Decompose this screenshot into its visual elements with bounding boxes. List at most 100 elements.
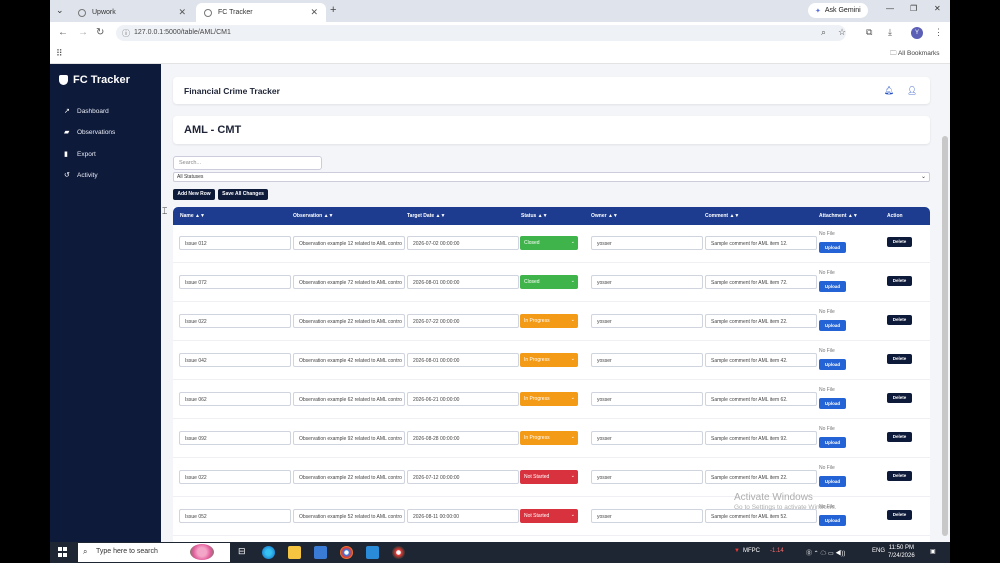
name-input[interactable]: Issue 022	[179, 470, 291, 484]
close-tab-icon[interactable]: ✕	[310, 7, 318, 18]
user-icon[interactable]: 👤︎	[907, 86, 917, 95]
delete-button[interactable]: Delete	[887, 354, 912, 364]
add-row-button[interactable]: Add New Row	[173, 189, 215, 200]
upload-button[interactable]: Upload	[819, 437, 846, 448]
status-select[interactable]: In Progress ⌄	[520, 353, 578, 367]
back-icon[interactable]: ←	[58, 27, 68, 38]
task-view-icon[interactable]: ⊟	[238, 546, 251, 559]
observation-input[interactable]: Observation example 52 related to AML co…	[293, 509, 405, 523]
target-date-input[interactable]: 2026-07-12 00:00:00	[407, 470, 519, 484]
status-select[interactable]: Not Started ⌄	[520, 509, 578, 523]
column-header-attachment[interactable]: Attachment ▲▼	[819, 213, 858, 219]
delete-button[interactable]: Delete	[887, 510, 912, 520]
upload-button[interactable]: Upload	[819, 359, 846, 370]
comment-input[interactable]: Sample comment for AML item 22.	[705, 314, 817, 328]
recorder-icon[interactable]	[392, 546, 405, 559]
zoom-icon[interactable]: ⌕	[821, 27, 826, 38]
address-bar[interactable]: ⓘ 127.0.0.1:5000/table/AML/CM1	[116, 25, 846, 41]
flower-widget-icon[interactable]	[190, 544, 214, 560]
status-select[interactable]: Not Started ⌄	[520, 470, 578, 484]
comment-input[interactable]: Sample comment for AML item 52.	[705, 509, 817, 523]
observation-input[interactable]: Observation example 22 related to AML co…	[293, 314, 405, 328]
minimize-icon[interactable]: —	[886, 4, 894, 13]
observation-input[interactable]: Observation example 12 related to AML co…	[293, 236, 405, 250]
comment-input[interactable]: Sample comment for AML item 72.	[705, 275, 817, 289]
vscode-icon[interactable]	[366, 546, 379, 559]
owner-input[interactable]: yosser	[591, 275, 703, 289]
sidebar-item-dashboard[interactable]: ↗ Dashboard	[64, 107, 109, 116]
upload-button[interactable]: Upload	[819, 515, 846, 526]
delete-button[interactable]: Delete	[887, 471, 912, 481]
target-date-input[interactable]: 2026-08-11 00:00:00	[407, 509, 519, 523]
column-header-owner[interactable]: Owner ▲▼	[591, 213, 618, 219]
comment-input[interactable]: Sample comment for AML item 42.	[705, 353, 817, 367]
owner-input[interactable]: yosser	[591, 314, 703, 328]
forward-icon[interactable]: →	[78, 27, 88, 38]
page-scrollbar[interactable]	[942, 136, 948, 536]
upload-button[interactable]: Upload	[819, 242, 846, 253]
target-date-input[interactable]: 2026-08-28 00:00:00	[407, 431, 519, 445]
name-input[interactable]: Issue 052	[179, 509, 291, 523]
observation-input[interactable]: Observation example 42 related to AML co…	[293, 353, 405, 367]
notifications-icon[interactable]: ▣	[930, 548, 936, 555]
observation-input[interactable]: Observation example 62 related to AML co…	[293, 392, 405, 406]
bookmark-star-icon[interactable]: ☆	[838, 27, 846, 38]
restore-icon[interactable]: ❐	[910, 4, 917, 13]
delete-button[interactable]: Delete	[887, 237, 912, 247]
status-select[interactable]: Closed ⌄	[520, 275, 578, 289]
name-input[interactable]: Issue 042	[179, 353, 291, 367]
all-bookmarks[interactable]: 🗀 All Bookmarks	[890, 49, 940, 60]
new-tab-icon[interactable]: +	[330, 4, 336, 16]
status-select[interactable]: Closed ⌄	[520, 236, 578, 250]
comment-input[interactable]: Sample comment for AML item 22.	[705, 470, 817, 484]
column-header-observation[interactable]: Observation ▲▼	[293, 213, 333, 219]
comment-input[interactable]: Sample comment for AML item 12.	[705, 236, 817, 250]
ask-gemini-button[interactable]: ✦ Ask Gemini	[808, 3, 868, 18]
close-tab-icon[interactable]: ✕	[178, 7, 186, 18]
observation-input[interactable]: Observation example 22 related to AML co…	[293, 470, 405, 484]
owner-input[interactable]: yosser	[591, 353, 703, 367]
tab-search-icon[interactable]: ⌄	[56, 5, 64, 16]
delete-button[interactable]: Delete	[887, 276, 912, 286]
owner-input[interactable]: yosser	[591, 392, 703, 406]
delete-button[interactable]: Delete	[887, 432, 912, 442]
windows-start-icon[interactable]	[58, 547, 68, 557]
tab-fc-tracker[interactable]: FC Tracker ✕	[196, 3, 326, 22]
upload-button[interactable]: Upload	[819, 476, 846, 487]
apps-grid-icon[interactable]: ⠿	[56, 48, 63, 59]
name-input[interactable]: Issue 022	[179, 314, 291, 328]
chrome-icon[interactable]	[340, 546, 353, 559]
upload-button[interactable]: Upload	[819, 320, 846, 331]
column-header-status[interactable]: Status ▲▼	[521, 213, 548, 219]
status-select[interactable]: In Progress ⌄	[520, 314, 578, 328]
status-select[interactable]: In Progress ⌄	[520, 392, 578, 406]
file-explorer-icon[interactable]	[288, 546, 301, 559]
owner-input[interactable]: yosser	[591, 236, 703, 250]
target-date-input[interactable]: 2026-06-21 00:00:00	[407, 392, 519, 406]
column-header-name[interactable]: Name ▲▼	[180, 213, 205, 219]
site-info-icon[interactable]: ⓘ	[122, 28, 130, 39]
name-input[interactable]: Issue 062	[179, 392, 291, 406]
column-header-target-date[interactable]: Target Date ▲▼	[407, 213, 445, 219]
more-menu-icon[interactable]: ⋮	[934, 27, 943, 38]
system-tray-icons[interactable]: ⓪ ⌃ ☁ ▭ ◀))	[806, 548, 845, 557]
observation-input[interactable]: Observation example 72 related to AML co…	[293, 275, 405, 289]
clock[interactable]: 11:50 PM 7/24/2026	[888, 544, 915, 560]
mail-icon[interactable]	[314, 546, 327, 559]
bell-icon[interactable]: 🔔︎	[884, 86, 894, 95]
target-date-input[interactable]: 2026-07-02 00:00:00	[407, 236, 519, 250]
comment-input[interactable]: Sample comment for AML item 92.	[705, 431, 817, 445]
sidebar-item-export[interactable]: ▮ Export	[64, 150, 96, 159]
observation-input[interactable]: Observation example 92 related to AML co…	[293, 431, 405, 445]
save-all-button[interactable]: Save All Changes	[218, 189, 268, 200]
owner-input[interactable]: yosser	[591, 431, 703, 445]
target-date-input[interactable]: 2026-07-22 00:00:00	[407, 314, 519, 328]
stock-label[interactable]: MFPC	[743, 548, 760, 554]
comment-input[interactable]: Sample comment for AML item 62.	[705, 392, 817, 406]
owner-input[interactable]: yosser	[591, 509, 703, 523]
profile-avatar[interactable]: Y	[911, 27, 923, 39]
search-input[interactable]: Search...	[173, 156, 322, 170]
owner-input[interactable]: yosser	[591, 470, 703, 484]
delete-button[interactable]: Delete	[887, 393, 912, 403]
sidebar-item-activity[interactable]: ↺ Activity	[64, 171, 98, 180]
